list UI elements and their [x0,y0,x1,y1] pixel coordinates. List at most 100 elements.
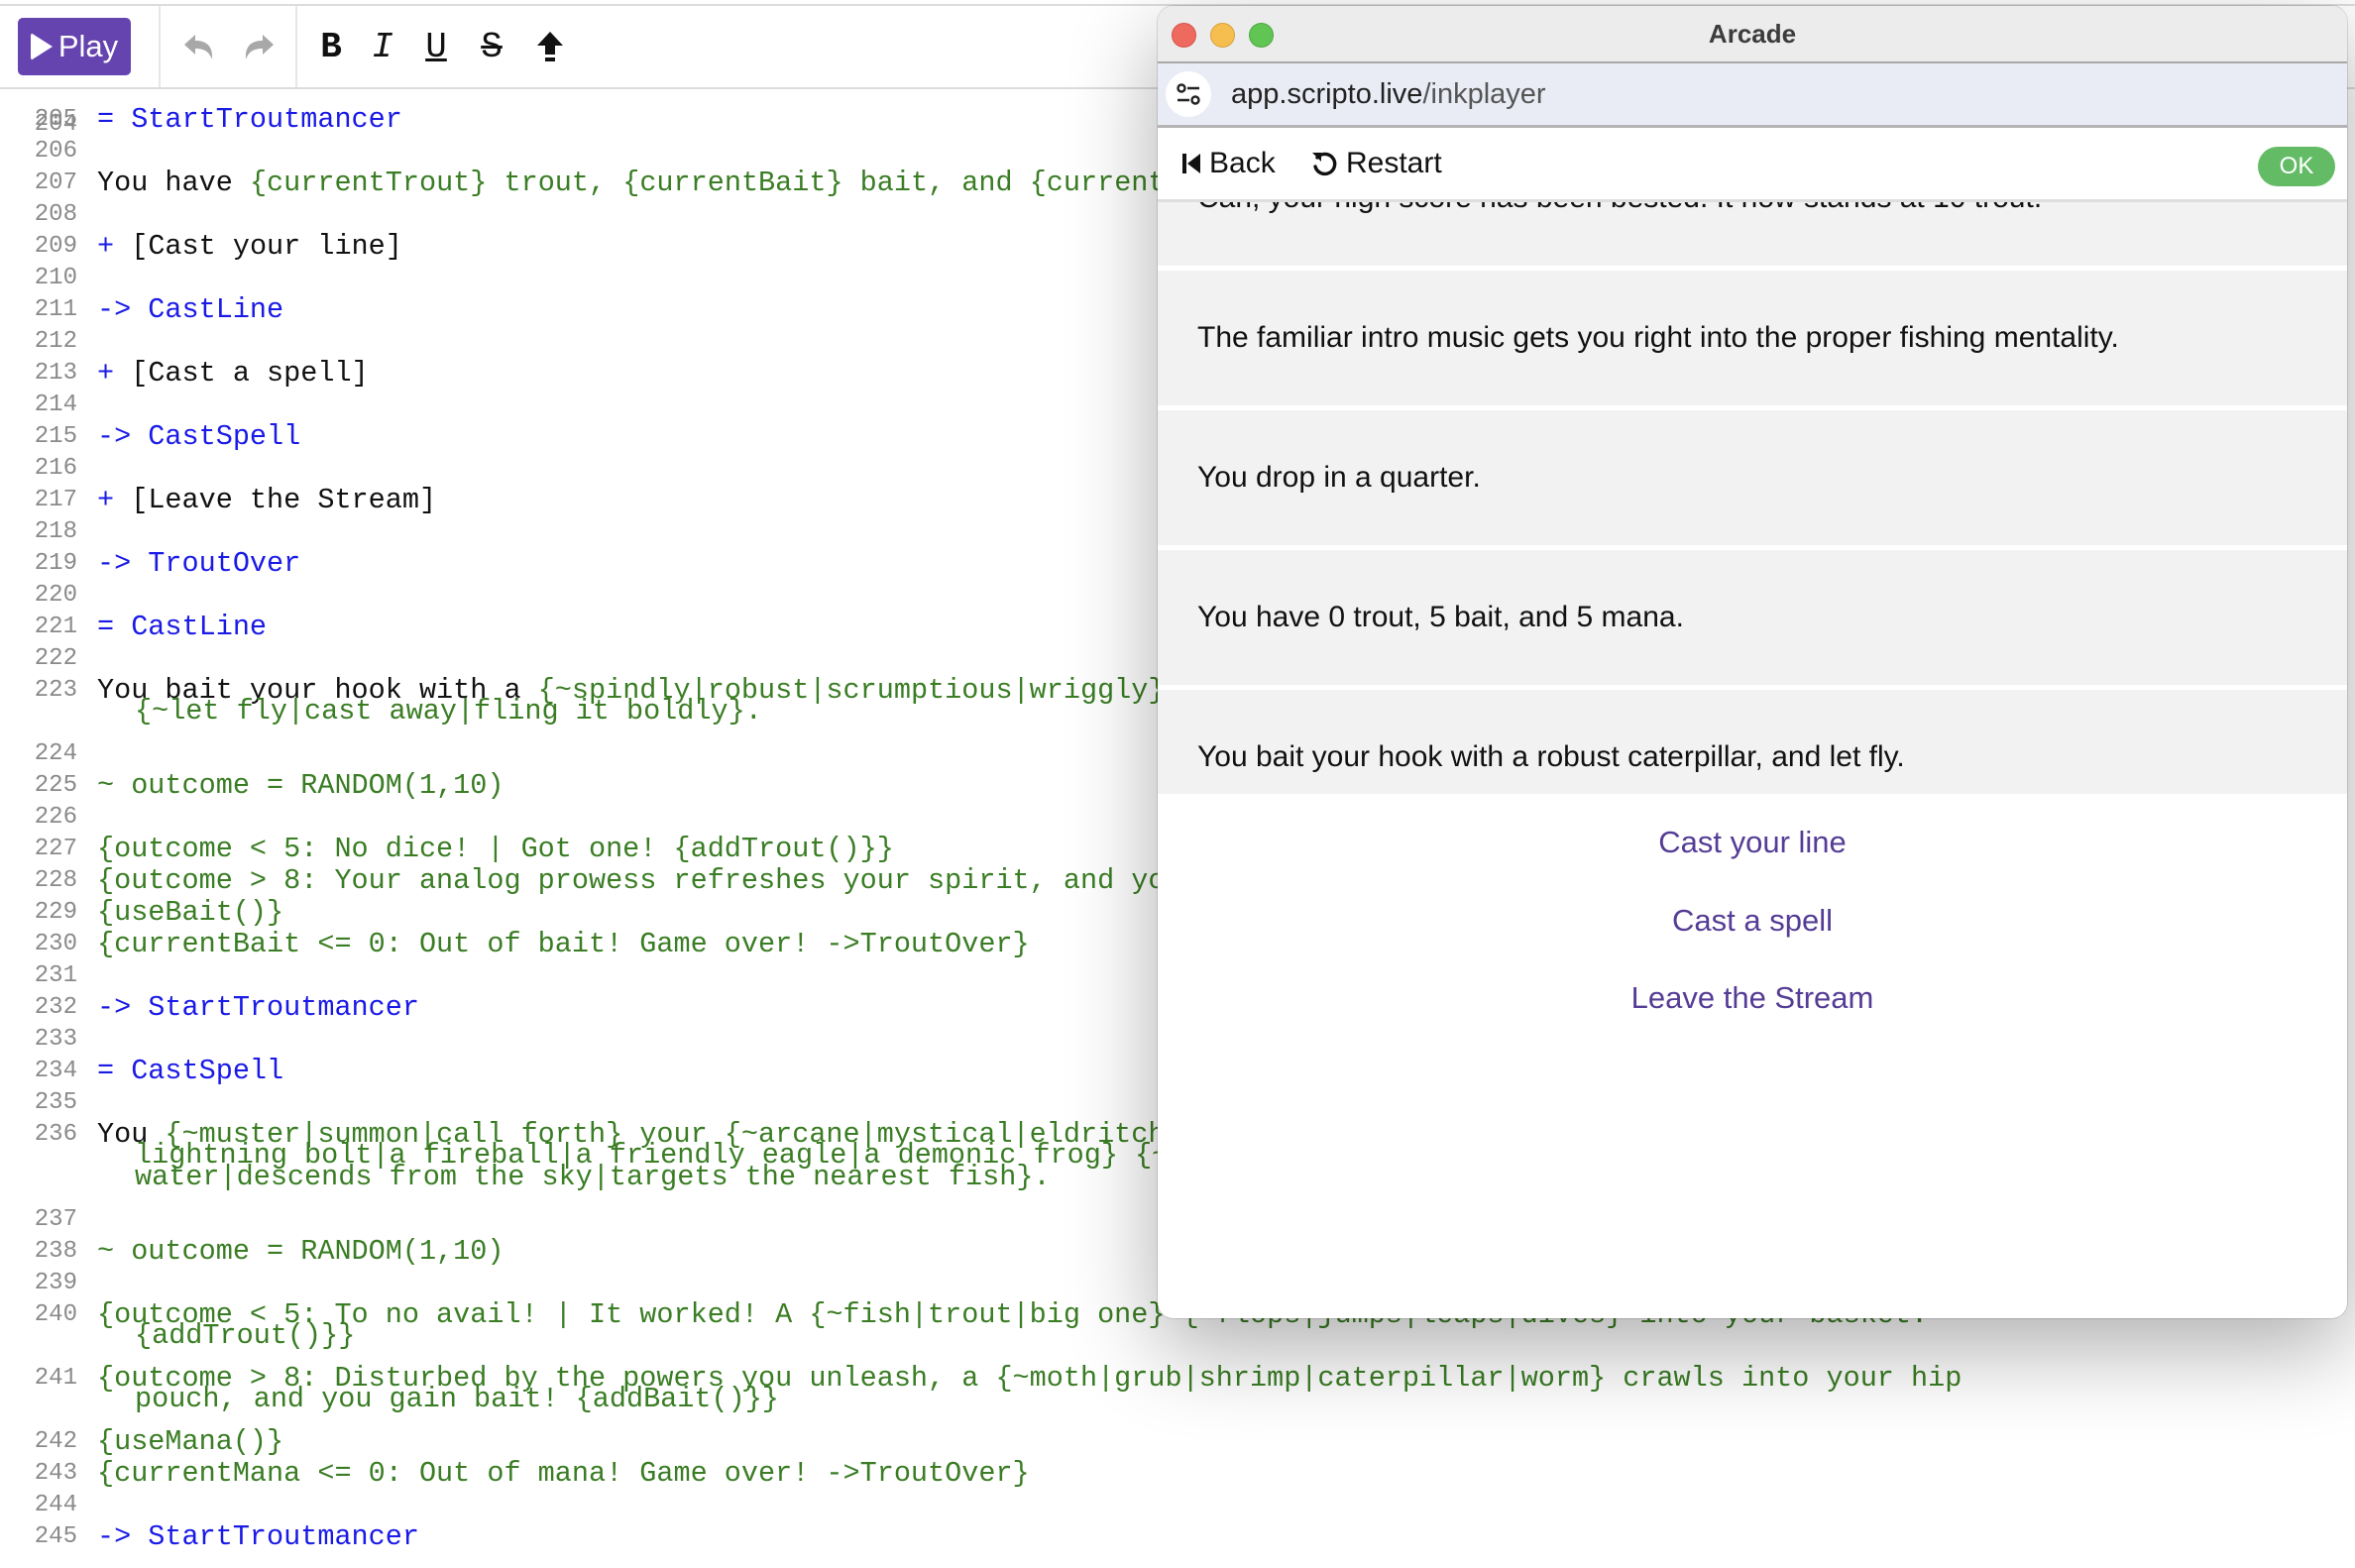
undo-icon [184,35,213,59]
code-token: {outcome < 5: No dice! | Got one! {addTr… [97,833,894,865]
line-number: 208 [34,201,77,228]
site-settings-icon [1177,83,1200,105]
code-token: {currentMana <= 0: Out of mana! Game ove… [97,1457,1030,1490]
line-number: 221 [34,614,77,640]
line-number: 244 [34,1492,77,1518]
title-bar[interactable]: Arcade [1158,6,2347,63]
code-token: [Cast a spell] [131,357,369,390]
line-number: 219 [34,550,77,577]
line-number: 232 [34,994,77,1021]
url-host: app.scripto.live [1231,78,1423,110]
code-token: -> CastLine [97,293,284,326]
code-token: -> CastSpell [97,420,301,453]
line-number: 243 [34,1460,77,1487]
undo-button[interactable] [178,24,220,69]
line-number: 210 [34,265,77,291]
choices-panel: Cast your line Cast a spell Leave the St… [1158,794,2347,1318]
line-number: 239 [34,1270,77,1296]
line-number: 240 [34,1301,77,1328]
code-wrapped-line: {addTrout()}} [135,1319,356,1352]
redo-icon [245,35,274,59]
code-token: {useMana()} [97,1425,284,1458]
code-token: -> StartTroutmancer [97,991,419,1024]
ok-button[interactable]: OK [2258,147,2335,186]
line-number: 233 [34,1026,77,1053]
line-number: 224 [34,740,77,767]
line-number: 245 [34,1523,77,1550]
italic-icon: I [372,26,393,67]
code-token: = CastSpell [97,1055,284,1087]
code-text: ~ outcome = RANDOM(1,10) [97,770,504,802]
play-icon [30,33,53,60]
line-number: 205 [34,106,77,133]
line-number: 215 [34,423,77,450]
strikethrough-icon: S [481,26,503,67]
code-token: + [97,484,132,516]
line-number: 230 [34,931,77,957]
choice-leave-stream[interactable]: Leave the Stream [1158,973,2347,1023]
choice-cast-line[interactable]: Cast your line [1158,818,2347,867]
code-token: = StartTroutmancer [97,103,402,136]
code-token: {useBait()} [97,896,284,929]
line-number: 226 [34,804,77,831]
line-number: 213 [34,360,77,387]
url-path: /inkplayer [1422,78,1546,110]
code-text: + [Leave the Stream] [97,485,436,516]
ok-label: OK [2279,153,2314,179]
line-number: 206 [34,138,77,165]
upload-button[interactable] [530,24,570,69]
line-number: 217 [34,487,77,513]
line-number: 241 [34,1365,77,1392]
play-label: Play [57,29,119,63]
line-number: 207 [34,169,77,196]
code-text: -> StartTroutmancer [97,992,419,1024]
code-token: [Cast your line] [131,230,402,263]
arcade-window: Arcade app.scripto.live/inkplayer Back R… [1158,6,2347,1318]
window-title: Arcade [1708,19,1797,49]
site-settings-button[interactable] [1166,71,1211,117]
line-number: 236 [34,1121,77,1148]
code-token: {currentBait <= 0: Out of bait! Game ove… [97,928,1030,960]
skip-back-icon [1182,154,1200,173]
redo-button[interactable] [238,24,280,69]
choice-cast-spell[interactable]: Cast a spell [1158,896,2347,946]
code-text: + [Cast a spell] [97,358,369,390]
code-text: -> CastLine [97,294,283,326]
story-paragraph: Carl, your high score has been bested. I… [1158,202,2347,266]
upload-icon [537,32,563,61]
code-text: ~ outcome = RANDOM(1,10) [97,1236,504,1268]
restart-icon [1312,152,1337,176]
code-token: + [97,357,132,390]
strikethrough-button[interactable]: S [472,24,511,69]
play-button[interactable]: Play [18,18,131,75]
line-number: 211 [34,296,77,323]
line-number: 216 [34,455,77,482]
code-text: -> TroutOver [97,548,300,580]
line-number: 231 [34,962,77,989]
line-number: 235 [34,1089,77,1116]
underline-icon: U [425,26,447,67]
back-button[interactable]: Back [1181,128,1276,199]
underline-button[interactable]: U [416,24,456,69]
code-token: = CastLine [97,611,268,643]
italic-button[interactable]: I [363,24,402,69]
bold-button[interactable]: B [311,24,351,69]
line-number: 227 [34,836,77,862]
line-number: 242 [34,1428,77,1455]
code-wrapped-line: {~let fly|cast away|fling it boldly}. [135,695,762,728]
line-number: 228 [34,867,77,894]
address-bar: app.scripto.live/inkplayer [1158,63,2347,128]
code-text: + [Cast your line] [97,231,402,263]
code-text: {outcome < 5: No dice! | Got one! {addTr… [97,834,894,865]
url-field[interactable]: app.scripto.live/inkplayer [1231,63,1546,125]
code-token: ~ outcome = RANDOM(1,10) [97,769,505,802]
story-paragraph: The familiar intro music gets you right … [1158,271,2347,405]
code-text: -> CastSpell [97,421,300,453]
story-paragraph: You have 0 trout, 5 bait, and 5 mana. [1158,550,2347,685]
line-number: 234 [34,1058,77,1084]
code-token: ~ outcome = RANDOM(1,10) [97,1235,505,1268]
player-toolbar: Back Restart OK [1158,128,2347,202]
restart-button[interactable]: Restart [1310,128,1442,199]
story-paragraph: You drop in a quarter. [1158,410,2347,545]
line-number: 209 [34,233,77,260]
